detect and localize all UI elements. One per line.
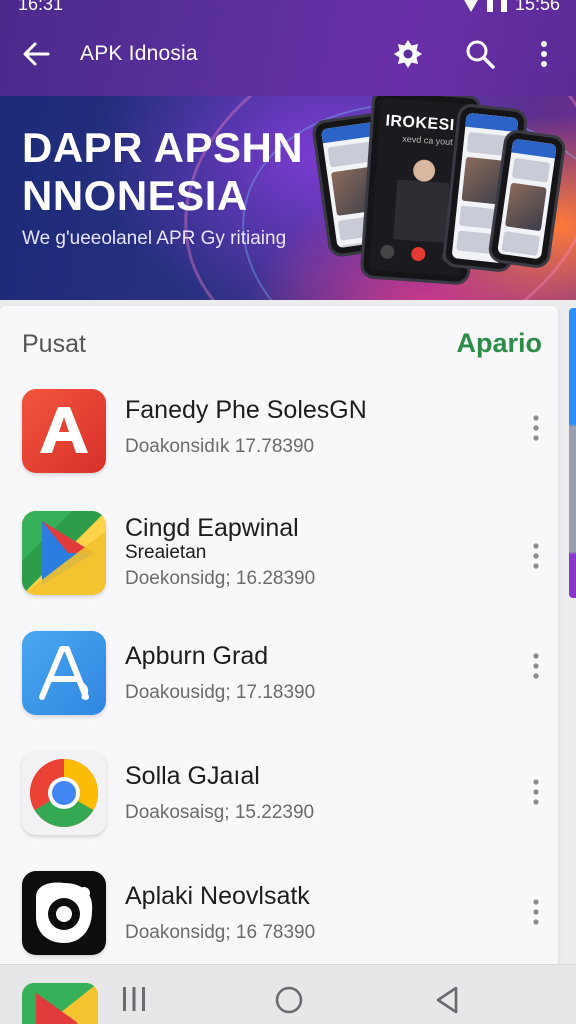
app-list-item[interactable]: Apburn Grad Doakousidg; 17.18390 — [0, 620, 558, 730]
promo-banner[interactable]: DAPR APSHN NNONESIA We g'ueeolanel APR G… — [0, 96, 576, 300]
app-bar: APK Idnosia — [0, 30, 576, 78]
app-meta: Doakousidg; 17.18390 — [125, 682, 316, 703]
phone-title: IROKESI — [384, 112, 456, 135]
banner-heading-line1: DAPR APSHN — [22, 124, 304, 171]
phone-subtitle: xevd ca yout — [401, 133, 454, 148]
app-meta: Doekonsidg; 16.28390 — [125, 568, 316, 589]
letter-a-blue-icon — [22, 631, 106, 715]
section-link[interactable]: Apario — [456, 328, 542, 359]
app-list-item[interactable]: Cingd Eapwinal Sreaietan Doekonsidg; 16.… — [0, 500, 558, 610]
app-list-item[interactable]: Solla GJaıal Doakosaisg; 15.22390 — [0, 740, 558, 850]
app-name: Solla GJaıal — [125, 762, 260, 790]
more-vert-icon[interactable] — [528, 896, 544, 928]
letter-a-red-icon — [22, 389, 106, 473]
app-name: Apburn Grad — [125, 642, 269, 670]
app-list-item[interactable]: Fanedy Phe SolesGN Doakonsidık 17.78390 — [0, 378, 558, 488]
status-icons: 15:56 — [462, 0, 560, 15]
partial-app-icon — [22, 983, 98, 1024]
recent-apps-icon[interactable] — [120, 985, 148, 1013]
more-vert-icon[interactable] — [532, 38, 556, 70]
app-subtitle: Sreaietan — [125, 542, 207, 563]
side-panel-edge — [569, 308, 576, 598]
app-name: Cingd Eapwinal — [125, 514, 299, 542]
chrome-icon — [22, 751, 106, 835]
app-meta: Doakonsidg; 16 78390 — [125, 922, 316, 943]
battery-icon — [500, 0, 507, 12]
status-clock-right: 15:56 — [514, 0, 560, 14]
app-name: Aplaki Neovlsatk — [125, 882, 310, 910]
signal-icon — [486, 0, 493, 12]
top-app-bar: 16:31 15:56 APK Idnosia — [0, 0, 576, 96]
more-vert-icon[interactable] — [528, 412, 544, 444]
section-title: Pusat — [22, 330, 86, 358]
play-triangle-icon — [22, 511, 106, 595]
app-title: APK Idnosia — [80, 42, 198, 65]
more-vert-icon[interactable] — [528, 540, 544, 572]
app-meta: Doakosaisg; 15.22390 — [125, 802, 315, 823]
system-nav-bar — [0, 964, 576, 1024]
back-arrow-icon[interactable] — [20, 38, 52, 70]
app-list-card: Pusat Apario Fanedy Phe SolesGN Doakonsi… — [0, 306, 558, 968]
banner-heading: DAPR APSHN NNONESIA — [22, 124, 303, 220]
status-time: 16:31 — [18, 0, 64, 14]
app-name: Fanedy Phe SolesGN — [125, 396, 367, 424]
more-vert-icon[interactable] — [528, 776, 544, 808]
app-list-item[interactable]: Aplaki Neovlsatk Doakonsidg; 16 78390 — [0, 860, 558, 970]
search-icon[interactable] — [462, 36, 498, 72]
more-vert-icon[interactable] — [528, 650, 544, 682]
banner-subtitle: We g'ueeolanel APR Gy ritiaing — [22, 228, 287, 249]
gear-icon[interactable] — [392, 38, 424, 70]
home-icon[interactable] — [274, 985, 304, 1015]
camera-ring-icon — [22, 871, 106, 955]
banner-heading-line2: NNONESIA — [22, 172, 248, 219]
status-bar: 16:31 15:56 — [0, 0, 576, 14]
nav-back-icon[interactable] — [434, 985, 460, 1015]
app-meta: Doakonsidık 17.78390 — [125, 436, 315, 457]
wifi-icon — [462, 0, 479, 12]
